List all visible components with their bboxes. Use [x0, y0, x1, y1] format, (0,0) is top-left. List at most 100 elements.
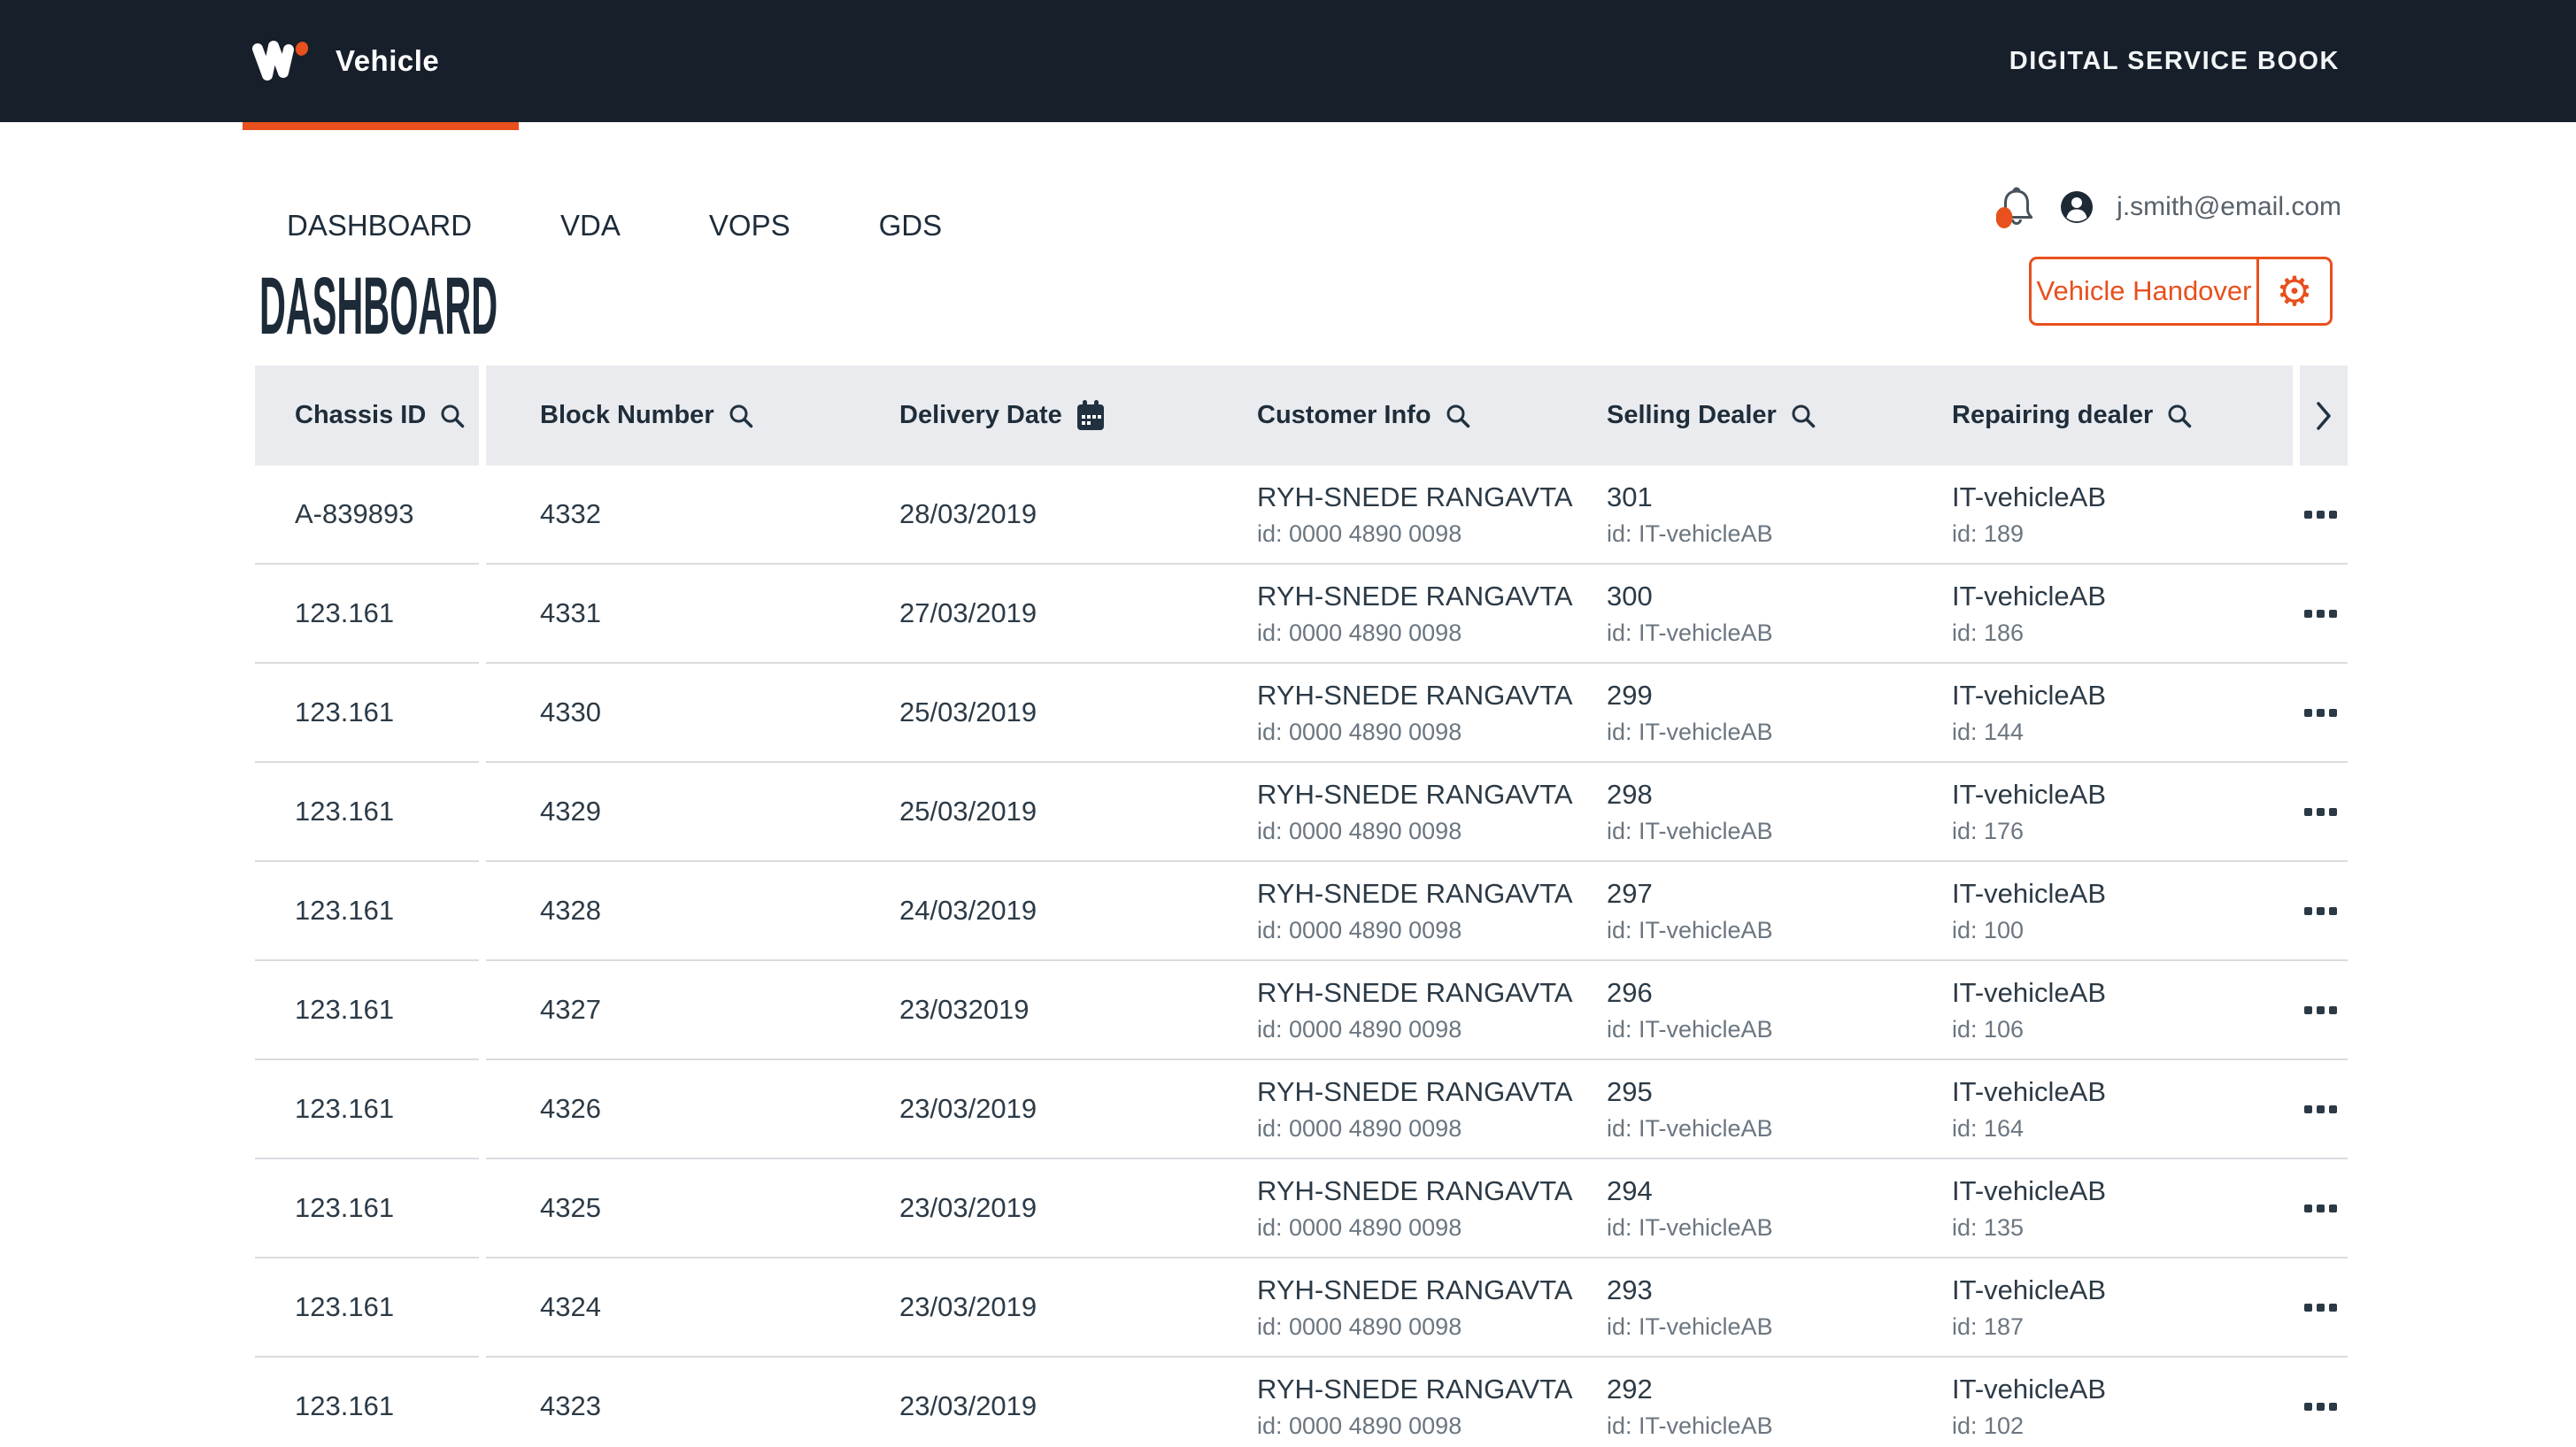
- table-row[interactable]: 123.161 4323 23/03/2019 RYH-SNEDE RANGAV…: [255, 1358, 2348, 1447]
- calendar-icon[interactable]: [1076, 400, 1105, 432]
- selling-dealer-cell: 300 id: IT-vehicleAB: [1607, 565, 1952, 662]
- block-number-cell: 4324: [486, 1258, 899, 1356]
- repairing-dealer-cell: IT-vehicleAB id: 186: [1952, 565, 2293, 662]
- row-actions-menu-button[interactable]: [2301, 700, 2341, 726]
- service-book-label: DIGITAL SERVICE BOOK: [2009, 47, 2340, 76]
- vehicle-handover-split-button: Vehicle Handover ⚙: [2029, 257, 2333, 326]
- notification-badge: [1996, 207, 2013, 228]
- column-header-block-number[interactable]: Block Number: [486, 401, 899, 430]
- row-divider-gap: [479, 1060, 486, 1159]
- column-header-delivery-date[interactable]: Delivery Date: [899, 400, 1257, 432]
- block-number-cell: 4328: [486, 862, 899, 959]
- selling-dealer-cell: 292 id: IT-vehicleAB: [1607, 1358, 1952, 1447]
- customer-info-cell: RYH-SNEDE RANGAVTA id: 0000 4890 0098: [1257, 1159, 1607, 1257]
- tab-vops[interactable]: VOPS: [665, 204, 835, 248]
- row-divider-gap: [479, 763, 486, 862]
- user-email[interactable]: j.smith@email.com: [2117, 192, 2341, 222]
- chassis-id-cell: 123.161: [255, 664, 479, 763]
- vehicle-handover-button[interactable]: Vehicle Handover: [2032, 259, 2259, 323]
- row-actions-menu-button[interactable]: [2301, 1097, 2341, 1122]
- table-header-row: Chassis ID Block Number: [255, 366, 2348, 466]
- vehicles-table: Chassis ID Block Number: [255, 366, 2348, 1447]
- repairing-dealer-cell: IT-vehicleAB id: 189: [1952, 466, 2293, 563]
- customer-info-cell: RYH-SNEDE RANGAVTA id: 0000 4890 0098: [1257, 466, 1607, 563]
- block-number-cell: 4332: [486, 466, 899, 563]
- selling-dealer-cell: 297 id: IT-vehicleAB: [1607, 862, 1952, 959]
- brand-logo[interactable]: Vehicle: [251, 39, 439, 83]
- chassis-id-cell: 123.161: [255, 1358, 479, 1447]
- column-header-chassis-id[interactable]: Chassis ID: [295, 401, 465, 430]
- block-number-cell: 4329: [486, 763, 899, 860]
- column-header-customer-info[interactable]: Customer Info: [1257, 401, 1607, 430]
- row-actions-menu-button[interactable]: [2301, 1196, 2341, 1221]
- delivery-date-cell: 23/03/2019: [899, 1258, 1257, 1356]
- repairing-dealer-cell: IT-vehicleAB id: 102: [1952, 1358, 2293, 1447]
- row-divider-gap: [479, 664, 486, 763]
- row-actions-menu-button[interactable]: [2301, 601, 2341, 627]
- row-actions-menu-button[interactable]: [2301, 1295, 2341, 1320]
- row-divider-gap: [479, 1358, 486, 1447]
- tab-vda[interactable]: VDA: [516, 204, 665, 248]
- handover-settings-button[interactable]: ⚙: [2259, 259, 2330, 323]
- row-actions-menu-button[interactable]: [2301, 997, 2341, 1023]
- table-row[interactable]: 123.161 4327 23/032019 RYH-SNEDE RANGAVT…: [255, 961, 2348, 1060]
- customer-info-cell: RYH-SNEDE RANGAVTA id: 0000 4890 0098: [1257, 1060, 1607, 1158]
- table-row[interactable]: 123.161 4328 24/03/2019 RYH-SNEDE RANGAV…: [255, 862, 2348, 961]
- row-actions-menu-button[interactable]: [2301, 502, 2341, 527]
- table-row[interactable]: 123.161 4326 23/03/2019 RYH-SNEDE RANGAV…: [255, 1060, 2348, 1159]
- row-divider-gap: [479, 862, 486, 961]
- selling-dealer-cell: 294 id: IT-vehicleAB: [1607, 1159, 1952, 1257]
- delivery-date-cell: 23/03/2019: [899, 1358, 1257, 1447]
- block-number-cell: 4330: [486, 664, 899, 761]
- chassis-id-cell: 123.161: [255, 961, 479, 1060]
- search-icon[interactable]: [729, 404, 753, 428]
- repairing-dealer-cell: IT-vehicleAB id: 144: [1952, 664, 2293, 761]
- selling-dealer-cell: 295 id: IT-vehicleAB: [1607, 1060, 1952, 1158]
- customer-info-cell: RYH-SNEDE RANGAVTA id: 0000 4890 0098: [1257, 565, 1607, 662]
- tab-gds[interactable]: GDS: [835, 204, 987, 248]
- search-icon[interactable]: [440, 404, 465, 428]
- chassis-id-cell: 123.161: [255, 1159, 479, 1258]
- chassis-id-cell: 123.161: [255, 1258, 479, 1358]
- block-number-cell: 4323: [486, 1358, 899, 1447]
- delivery-date-cell: 23/03/2019: [899, 1159, 1257, 1257]
- row-actions-menu-button[interactable]: [2301, 898, 2341, 924]
- table-row[interactable]: 123.161 4329 25/03/2019 RYH-SNEDE RANGAV…: [255, 763, 2348, 862]
- customer-info-cell: RYH-SNEDE RANGAVTA id: 0000 4890 0098: [1257, 1258, 1607, 1356]
- row-divider-gap: [479, 466, 486, 565]
- search-icon[interactable]: [2167, 404, 2192, 428]
- repairing-dealer-cell: IT-vehicleAB id: 135: [1952, 1159, 2293, 1257]
- selling-dealer-cell: 298 id: IT-vehicleAB: [1607, 763, 1952, 860]
- column-header-repairing-dealer[interactable]: Repairing dealer: [1952, 401, 2293, 430]
- chassis-id-cell: 123.161: [255, 862, 479, 961]
- brand-logo-icon: [251, 39, 314, 83]
- table-row[interactable]: 123.161 4330 25/03/2019 RYH-SNEDE RANGAV…: [255, 664, 2348, 763]
- table-row[interactable]: 123.161 4325 23/03/2019 RYH-SNEDE RANGAV…: [255, 1159, 2348, 1258]
- repairing-dealer-cell: IT-vehicleAB id: 187: [1952, 1258, 2293, 1356]
- block-number-cell: 4326: [486, 1060, 899, 1158]
- selling-dealer-cell: 299 id: IT-vehicleAB: [1607, 664, 1952, 761]
- expand-columns-button[interactable]: [2300, 366, 2348, 466]
- main-nav: DASHBOARD VDA VOPS GDS: [243, 204, 986, 248]
- notifications-bell-icon[interactable]: [1996, 185, 2037, 229]
- column-header-selling-dealer[interactable]: Selling Dealer: [1607, 401, 1952, 430]
- selling-dealer-cell: 301 id: IT-vehicleAB: [1607, 466, 1952, 563]
- chassis-id-cell: 123.161: [255, 1060, 479, 1159]
- search-icon[interactable]: [1791, 404, 1816, 428]
- customer-info-cell: RYH-SNEDE RANGAVTA id: 0000 4890 0098: [1257, 763, 1607, 860]
- delivery-date-cell: 25/03/2019: [899, 664, 1257, 761]
- row-actions-menu-button[interactable]: [2301, 799, 2341, 825]
- table-row[interactable]: 123.161 4324 23/03/2019 RYH-SNEDE RANGAV…: [255, 1258, 2348, 1358]
- row-actions-menu-button[interactable]: [2301, 1394, 2341, 1420]
- selling-dealer-cell: 296 id: IT-vehicleAB: [1607, 961, 1952, 1058]
- repairing-dealer-cell: IT-vehicleAB id: 164: [1952, 1060, 2293, 1158]
- table-row[interactable]: A-839893 4332 28/03/2019 RYH-SNEDE RANGA…: [255, 466, 2348, 565]
- repairing-dealer-cell: IT-vehicleAB id: 106: [1952, 961, 2293, 1058]
- delivery-date-cell: 28/03/2019: [899, 466, 1257, 563]
- user-avatar-icon[interactable]: [2060, 190, 2094, 224]
- delivery-date-cell: 25/03/2019: [899, 763, 1257, 860]
- table-row[interactable]: 123.161 4331 27/03/2019 RYH-SNEDE RANGAV…: [255, 565, 2348, 664]
- tab-dashboard[interactable]: DASHBOARD: [243, 204, 516, 248]
- search-icon[interactable]: [1446, 404, 1470, 428]
- app-bar: Vehicle DIGITAL SERVICE BOOK: [0, 0, 2576, 122]
